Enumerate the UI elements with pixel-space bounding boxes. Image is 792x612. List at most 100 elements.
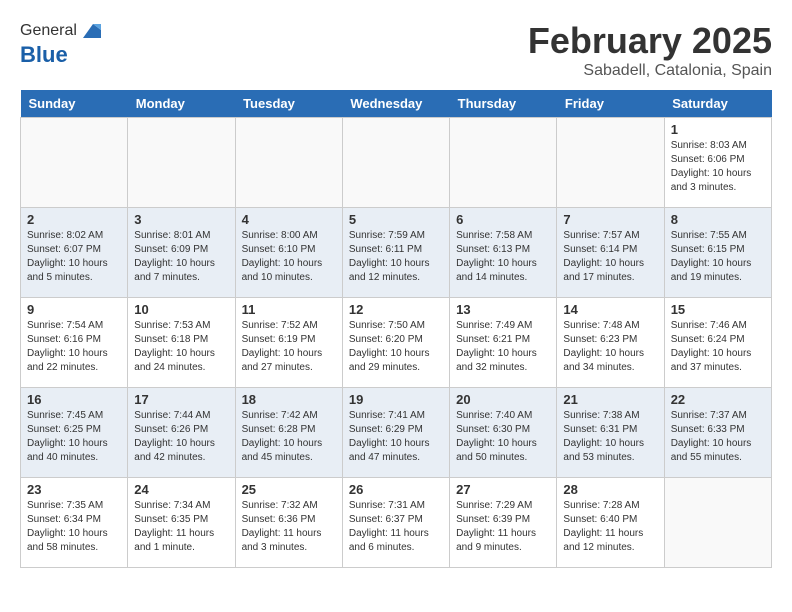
calendar-cell: 16 Sunrise: 7:45 AM Sunset: 6:25 PM Dayli… (21, 388, 128, 478)
day-number: 28 (563, 482, 657, 497)
logo-general-text: General (20, 22, 77, 40)
calendar-cell: 28 Sunrise: 7:28 AM Sunset: 6:40 PM Dayli… (557, 478, 664, 568)
day-info: Sunrise: 7:34 AM Sunset: 6:35 PM Dayligh… (134, 499, 228, 555)
day-info: Sunrise: 7:45 AM Sunset: 6:25 PM Dayligh… (27, 409, 121, 465)
day-number: 16 (27, 392, 121, 407)
day-info: Sunrise: 8:02 AM Sunset: 6:07 PM Dayligh… (27, 229, 121, 285)
calendar-cell: 17Sunrise: 7:44 AM Sunset: 6:26 PM Dayli… (128, 388, 235, 478)
day-number: 13 (456, 302, 550, 317)
calendar-cell: 12Sunrise: 7:50 AM Sunset: 6:20 PM Dayli… (342, 298, 449, 388)
calendar-week-row: 16 Sunrise: 7:45 AM Sunset: 6:25 PM Dayli… (21, 388, 772, 478)
calendar-table: SundayMondayTuesdayWednesdayThursdayFrid… (20, 90, 772, 568)
title-block: February 2025 Sabadell, Catalonia, Spain (528, 20, 772, 80)
calendar-week-row: 9 Sunrise: 7:54 AM Sunset: 6:16 PM Daylig… (21, 298, 772, 388)
calendar-cell (664, 478, 771, 568)
day-info: Sunrise: 7:35 AM Sunset: 6:34 PM Dayligh… (27, 499, 121, 555)
day-info: Sunrise: 7:40 AM Sunset: 6:30 PM Dayligh… (456, 409, 550, 465)
day-info: Sunrise: 7:42 AM Sunset: 6:28 PM Dayligh… (242, 409, 336, 465)
day-number: 26 (349, 482, 443, 497)
calendar-week-row: 23 Sunrise: 7:35 AM Sunset: 6:34 PM Dayli… (21, 478, 772, 568)
calendar-cell (128, 118, 235, 208)
day-number: 3 (134, 212, 228, 227)
calendar-cell: 9 Sunrise: 7:54 AM Sunset: 6:16 PM Daylig… (21, 298, 128, 388)
calendar-cell: 5Sunrise: 7:59 AM Sunset: 6:11 PM Daylig… (342, 208, 449, 298)
day-info: Sunrise: 7:41 AM Sunset: 6:29 PM Dayligh… (349, 409, 443, 465)
calendar-cell: 18 Sunrise: 7:42 AM Sunset: 6:28 PM Dayli… (235, 388, 342, 478)
day-info: Sunrise: 8:03 AM Sunset: 6:06 PM Dayligh… (671, 139, 765, 195)
calendar-cell: 23 Sunrise: 7:35 AM Sunset: 6:34 PM Dayli… (21, 478, 128, 568)
column-header-thursday: Thursday (450, 90, 557, 118)
calendar-cell: 8 Sunrise: 7:55 AM Sunset: 6:15 PM Daylig… (664, 208, 771, 298)
day-number: 18 (242, 392, 336, 407)
day-number: 19 (349, 392, 443, 407)
calendar-cell (235, 118, 342, 208)
calendar-week-row: 2 Sunrise: 8:02 AM Sunset: 6:07 PM Daylig… (21, 208, 772, 298)
day-info: Sunrise: 7:48 AM Sunset: 6:23 PM Dayligh… (563, 319, 657, 375)
day-info: Sunrise: 7:55 AM Sunset: 6:15 PM Dayligh… (671, 229, 765, 285)
day-number: 11 (242, 302, 336, 317)
day-info: Sunrise: 7:28 AM Sunset: 6:40 PM Dayligh… (563, 499, 657, 555)
calendar-cell (557, 118, 664, 208)
column-header-monday: Monday (128, 90, 235, 118)
logo-icon (79, 20, 101, 42)
calendar-header-row: SundayMondayTuesdayWednesdayThursdayFrid… (21, 90, 772, 118)
calendar-cell: 13 Sunrise: 7:49 AM Sunset: 6:21 PM Dayli… (450, 298, 557, 388)
day-info: Sunrise: 7:38 AM Sunset: 6:31 PM Dayligh… (563, 409, 657, 465)
day-info: Sunrise: 7:46 AM Sunset: 6:24 PM Dayligh… (671, 319, 765, 375)
day-info: Sunrise: 7:53 AM Sunset: 6:18 PM Dayligh… (134, 319, 228, 375)
day-info: Sunrise: 7:58 AM Sunset: 6:13 PM Dayligh… (456, 229, 550, 285)
calendar-cell: 22 Sunrise: 7:37 AM Sunset: 6:33 PM Dayli… (664, 388, 771, 478)
day-info: Sunrise: 7:44 AM Sunset: 6:26 PM Dayligh… (134, 409, 228, 465)
day-info: Sunrise: 7:49 AM Sunset: 6:21 PM Dayligh… (456, 319, 550, 375)
calendar-cell: 10 Sunrise: 7:53 AM Sunset: 6:18 PM Dayli… (128, 298, 235, 388)
day-number: 14 (563, 302, 657, 317)
day-number: 21 (563, 392, 657, 407)
column-header-sunday: Sunday (21, 90, 128, 118)
day-number: 25 (242, 482, 336, 497)
day-number: 9 (27, 302, 121, 317)
calendar-cell: 24 Sunrise: 7:34 AM Sunset: 6:35 PM Dayli… (128, 478, 235, 568)
day-number: 15 (671, 302, 765, 317)
day-info: Sunrise: 7:52 AM Sunset: 6:19 PM Dayligh… (242, 319, 336, 375)
calendar-cell: 19 Sunrise: 7:41 AM Sunset: 6:29 PM Dayli… (342, 388, 449, 478)
day-info: Sunrise: 8:00 AM Sunset: 6:10 PM Dayligh… (242, 229, 336, 285)
calendar-cell: 20Sunrise: 7:40 AM Sunset: 6:30 PM Dayli… (450, 388, 557, 478)
calendar-cell: 3 Sunrise: 8:01 AM Sunset: 6:09 PM Daylig… (128, 208, 235, 298)
calendar-cell: 14 Sunrise: 7:48 AM Sunset: 6:23 PM Dayli… (557, 298, 664, 388)
day-number: 12 (349, 302, 443, 317)
day-number: 24 (134, 482, 228, 497)
calendar-cell (21, 118, 128, 208)
day-info: Sunrise: 7:31 AM Sunset: 6:37 PM Dayligh… (349, 499, 443, 555)
day-info: Sunrise: 7:37 AM Sunset: 6:33 PM Dayligh… (671, 409, 765, 465)
day-info: Sunrise: 7:54 AM Sunset: 6:16 PM Dayligh… (27, 319, 121, 375)
page-header: General Blue February 2025 Sabadell, Cat… (20, 20, 772, 80)
day-number: 4 (242, 212, 336, 227)
calendar-week-row: 1 Sunrise: 8:03 AM Sunset: 6:06 PM Daylig… (21, 118, 772, 208)
column-header-wednesday: Wednesday (342, 90, 449, 118)
day-number: 22 (671, 392, 765, 407)
logo: General Blue (20, 20, 101, 68)
day-number: 2 (27, 212, 121, 227)
calendar-cell (342, 118, 449, 208)
calendar-cell: 1 Sunrise: 8:03 AM Sunset: 6:06 PM Daylig… (664, 118, 771, 208)
calendar-cell: 7 Sunrise: 7:57 AM Sunset: 6:14 PM Daylig… (557, 208, 664, 298)
day-info: Sunrise: 7:29 AM Sunset: 6:39 PM Dayligh… (456, 499, 550, 555)
column-header-tuesday: Tuesday (235, 90, 342, 118)
logo-blue-text: Blue (20, 42, 101, 68)
column-header-friday: Friday (557, 90, 664, 118)
day-info: Sunrise: 7:59 AM Sunset: 6:11 PM Dayligh… (349, 229, 443, 285)
day-number: 7 (563, 212, 657, 227)
calendar-cell: 26 Sunrise: 7:31 AM Sunset: 6:37 PM Dayli… (342, 478, 449, 568)
day-number: 27 (456, 482, 550, 497)
day-number: 23 (27, 482, 121, 497)
day-number: 8 (671, 212, 765, 227)
calendar-cell: 2 Sunrise: 8:02 AM Sunset: 6:07 PM Daylig… (21, 208, 128, 298)
calendar-cell: 15 Sunrise: 7:46 AM Sunset: 6:24 PM Dayli… (664, 298, 771, 388)
day-info: Sunrise: 7:57 AM Sunset: 6:14 PM Dayligh… (563, 229, 657, 285)
column-header-saturday: Saturday (664, 90, 771, 118)
day-info: Sunrise: 8:01 AM Sunset: 6:09 PM Dayligh… (134, 229, 228, 285)
calendar-cell: 21 Sunrise: 7:38 AM Sunset: 6:31 PM Dayli… (557, 388, 664, 478)
calendar-cell: 27 Sunrise: 7:29 AM Sunset: 6:39 PM Dayli… (450, 478, 557, 568)
day-number: 1 (671, 122, 765, 137)
day-number: 10 (134, 302, 228, 317)
